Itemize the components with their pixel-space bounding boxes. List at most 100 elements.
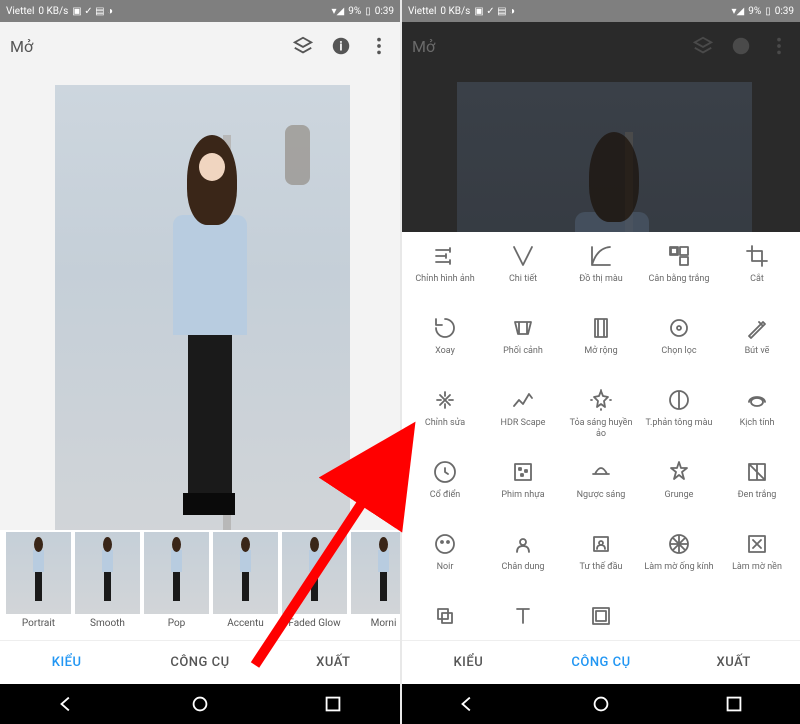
grainy-icon xyxy=(511,460,535,484)
nav-home-icon[interactable] xyxy=(189,693,211,715)
head-icon xyxy=(589,532,613,556)
carrier-label: Viettel xyxy=(408,6,436,17)
tool-hdr[interactable]: HDR Scape xyxy=(484,384,562,456)
tool-label: Chọn lọc xyxy=(661,346,696,357)
photo-preview xyxy=(55,85,350,530)
filter-thumb[interactable]: Smooth xyxy=(75,532,140,640)
rotate-icon xyxy=(433,316,457,340)
android-nav-bar xyxy=(402,684,800,724)
tab-export[interactable]: XUẤT xyxy=(667,641,800,684)
tool-label: Ngược sáng xyxy=(577,490,626,501)
wb-icon xyxy=(667,244,691,268)
noir-icon xyxy=(433,532,457,556)
info-icon xyxy=(730,35,752,57)
vintage-icon xyxy=(433,460,457,484)
dimmed-background[interactable]: Mở xyxy=(402,22,800,232)
tool-curves[interactable]: Đồ thị màu xyxy=(562,240,640,312)
tool-rotate[interactable]: Xoay xyxy=(406,312,484,384)
battery-icon: ▯ xyxy=(365,6,371,17)
tool-tonal[interactable]: T.phản tông màu xyxy=(640,384,718,456)
tool-label: Làm mờ ống kính xyxy=(644,562,713,573)
nav-back-icon[interactable] xyxy=(56,693,78,715)
tool-double[interactable] xyxy=(406,600,484,640)
tool-details[interactable]: Chi tiết xyxy=(484,240,562,312)
bw-icon xyxy=(745,460,769,484)
tool-head[interactable]: Tư thế đầu xyxy=(562,528,640,600)
tool-label: Chỉnh sửa xyxy=(425,418,465,429)
tool-healing[interactable]: Chỉnh sửa xyxy=(406,384,484,456)
glamour-icon xyxy=(589,388,613,412)
speed-label: 0 KB/s xyxy=(38,6,68,17)
tool-text[interactable] xyxy=(484,600,562,640)
tool-glamour[interactable]: Tỏa sáng huyền ảo xyxy=(562,384,640,456)
tool-brush[interactable]: Bút vẽ xyxy=(718,312,796,384)
filter-label: Portrait xyxy=(6,618,71,629)
tool-selective[interactable]: Chọn lọc xyxy=(640,312,718,384)
open-button[interactable]: Mở xyxy=(10,37,292,56)
tool-vintage[interactable]: Cổ điển xyxy=(406,456,484,528)
text-icon xyxy=(511,604,535,628)
tool-noir[interactable]: Noir xyxy=(406,528,484,600)
time-label: 0:39 xyxy=(775,6,794,17)
filter-thumb[interactable]: Accentu xyxy=(213,532,278,640)
tool-label: Cắt xyxy=(750,274,764,285)
status-icons: ▣ ✓ ▤ ◑ xyxy=(72,6,113,17)
tool-label: Tư thế đầu xyxy=(580,562,623,573)
wifi-icon: ▾◢ xyxy=(332,6,345,17)
filter-thumb[interactable]: Portrait xyxy=(6,532,71,640)
brush-icon xyxy=(745,316,769,340)
filter-label: Faded Glow xyxy=(282,618,347,629)
filter-thumb[interactable]: Pop xyxy=(144,532,209,640)
filter-thumb[interactable]: Faded Glow xyxy=(282,532,347,640)
tool-label: Chân dung xyxy=(502,562,545,573)
tool-wb[interactable]: Cân bằng trắng xyxy=(640,240,718,312)
tab-tools[interactable]: CÔNG CỤ xyxy=(133,641,266,684)
tool-frames[interactable] xyxy=(562,600,640,640)
hdr-icon xyxy=(511,388,535,412)
filter-strip[interactable]: Portrait SmoothPopAccentu Faded Glow Morni xyxy=(0,530,400,640)
tool-label: Cổ điển xyxy=(430,490,461,501)
filter-thumb[interactable]: Morni xyxy=(351,532,400,640)
battery-label: 9% xyxy=(748,6,761,17)
tool-retrolux[interactable]: Ngược sáng xyxy=(562,456,640,528)
nav-home-icon[interactable] xyxy=(590,693,612,715)
tonal-icon xyxy=(667,388,691,412)
status-bar: Viettel 0 KB/s ▣ ✓ ▤ ◑ ▾◢ 9% ▯ 0:39 xyxy=(402,0,800,22)
tool-bw[interactable]: Đen trắng xyxy=(718,456,796,528)
tool-label: T.phản tông màu xyxy=(646,418,713,429)
tool-crop[interactable]: Cắt xyxy=(718,240,796,312)
retrolux-icon xyxy=(589,460,613,484)
nav-recents-icon[interactable] xyxy=(322,693,344,715)
tool-grainy[interactable]: Phim nhựa xyxy=(484,456,562,528)
tune-icon xyxy=(433,244,457,268)
tools-panel: Chỉnh hình ảnhChi tiếtĐồ thị màuCân bằng… xyxy=(402,232,800,640)
info-icon[interactable]: i xyxy=(330,35,352,57)
photo-canvas[interactable] xyxy=(0,70,400,530)
portrait-icon xyxy=(511,532,535,556)
tool-lens[interactable]: Làm mờ ống kính xyxy=(640,528,718,600)
details-icon xyxy=(511,244,535,268)
overflow-menu-icon[interactable] xyxy=(368,35,390,57)
healing-icon xyxy=(433,388,457,412)
layers-icon xyxy=(692,35,714,57)
layers-icon[interactable] xyxy=(292,35,314,57)
tab-styles[interactable]: KIỂU xyxy=(402,641,535,684)
svg-text:i: i xyxy=(339,40,342,55)
open-button: Mở xyxy=(412,37,692,56)
tab-styles[interactable]: KIỂU xyxy=(0,641,133,684)
nav-back-icon[interactable] xyxy=(457,693,479,715)
tool-grunge[interactable]: Grunge xyxy=(640,456,718,528)
tool-drama[interactable]: Kịch tính xyxy=(718,384,796,456)
tool-tune[interactable]: Chỉnh hình ảnh xyxy=(406,240,484,312)
tool-label: Xoay xyxy=(435,346,455,357)
nav-recents-icon[interactable] xyxy=(723,693,745,715)
tab-export[interactable]: XUẤT xyxy=(267,641,400,684)
curves-icon xyxy=(589,244,613,268)
double-icon xyxy=(433,604,457,628)
tool-portrait[interactable]: Chân dung xyxy=(484,528,562,600)
tool-vignette[interactable]: Làm mờ nền xyxy=(718,528,796,600)
tool-perspective[interactable]: Phối cảnh xyxy=(484,312,562,384)
drama-icon xyxy=(745,388,769,412)
tab-tools[interactable]: CÔNG CỤ xyxy=(535,641,668,684)
tool-expand[interactable]: Mở rộng xyxy=(562,312,640,384)
